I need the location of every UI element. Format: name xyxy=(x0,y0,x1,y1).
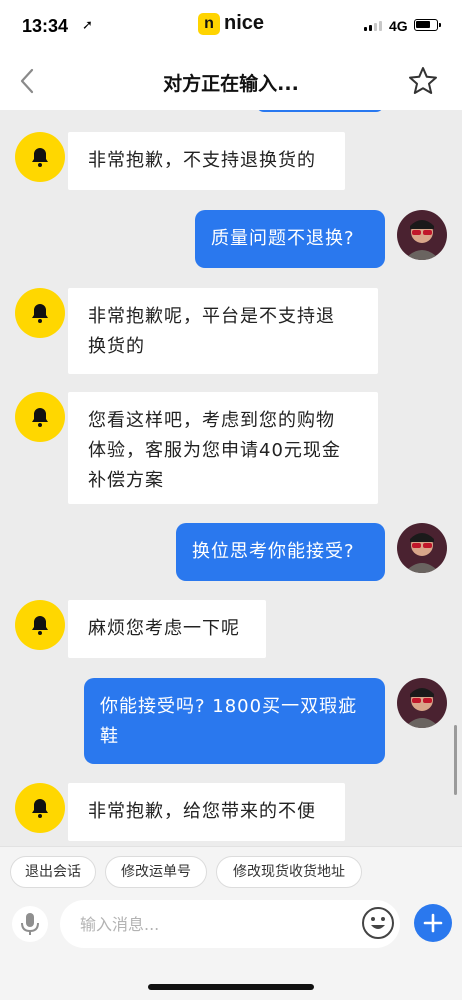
star-outline-icon xyxy=(409,67,437,94)
quick-action-bar: 退出会话 修改运单号 修改现货收货地址 xyxy=(0,846,462,896)
favorite-button[interactable] xyxy=(407,65,439,97)
bell-icon xyxy=(32,148,48,167)
message-bubble-out[interactable]: 质量问题不退换? xyxy=(195,210,385,268)
message-bubble-in[interactable]: 非常抱歉呢，平台是不支持退 换货的 xyxy=(68,288,378,374)
battery-icon xyxy=(414,19,441,31)
quick-action-edit-address[interactable]: 修改现货收货地址 xyxy=(216,856,362,888)
message-text: 麻烦您考虑一下呢 xyxy=(88,618,240,639)
message-bubble-out[interactable]: 你能接受吗? 1800买一双瑕疵 鞋 xyxy=(84,678,385,764)
user-avatar-image xyxy=(397,678,447,728)
bot-avatar[interactable] xyxy=(15,288,65,338)
bell-icon xyxy=(32,408,48,427)
message-bubble-in[interactable]: 麻烦您考虑一下呢 xyxy=(68,600,266,658)
scrollbar[interactable] xyxy=(454,725,457,795)
voice-button[interactable] xyxy=(12,906,48,942)
emoji-icon xyxy=(362,907,394,939)
add-attachment-button[interactable] xyxy=(414,904,452,942)
message-bubble-in[interactable]: 您看这样吧，考虑到您的购物 体验，客服为您申请40元现金 补偿方案 xyxy=(68,392,378,504)
message-text: 质量问题不退换? xyxy=(211,228,355,249)
quick-action-edit-tracking[interactable]: 修改运单号 xyxy=(105,856,207,888)
message-input[interactable] xyxy=(60,900,400,948)
quick-action-exit-session[interactable]: 退出会话 xyxy=(10,856,96,888)
brand-text: nice xyxy=(224,12,265,34)
brand-logo: n nice xyxy=(198,12,264,35)
message-line: 换货的 xyxy=(88,336,145,357)
user-avatar-image xyxy=(397,210,447,260)
message-bubble-in[interactable]: 非常抱歉，不支持退换货的 xyxy=(68,132,345,190)
location-arrow-icon: ➚ xyxy=(82,18,93,33)
microphone-icon xyxy=(21,913,39,935)
signal-icon xyxy=(364,21,382,31)
status-bar: 13:34 ➚ n nice 4G xyxy=(0,0,462,52)
user-avatar[interactable] xyxy=(397,678,447,728)
message-line: 鞋 xyxy=(100,726,119,747)
page-title: 对方正在输入... xyxy=(163,73,299,95)
user-avatar[interactable] xyxy=(397,210,447,260)
status-time: 13:34 xyxy=(22,16,69,36)
user-avatar[interactable] xyxy=(397,523,447,573)
message-line: 非常抱歉呢，平台是不支持退 xyxy=(88,306,335,327)
previous-message-bubble xyxy=(256,110,384,112)
bot-avatar[interactable] xyxy=(15,392,65,442)
message-text: 非常抱歉，不支持退换货的 xyxy=(88,150,316,171)
bell-icon xyxy=(32,799,48,818)
message-text: 换位思考你能接受? xyxy=(192,541,355,562)
plus-icon xyxy=(423,913,443,933)
user-avatar-image xyxy=(397,523,447,573)
brand-mark: n xyxy=(198,12,220,35)
message-text: 非常抱歉，给您带来的不便 xyxy=(88,801,316,822)
message-line: 你能接受吗? 1800买一双瑕疵 xyxy=(100,696,358,717)
network-type: 4G xyxy=(389,18,408,34)
bot-avatar[interactable] xyxy=(15,600,65,650)
message-bubble-in[interactable]: 非常抱歉，给您带来的不便 xyxy=(68,783,345,841)
message-line: 补偿方案 xyxy=(88,470,164,491)
bell-icon xyxy=(32,304,48,323)
bot-avatar[interactable] xyxy=(15,783,65,833)
message-line: 您看这样吧，考虑到您的购物 xyxy=(88,410,335,431)
message-line: 体验，客服为您申请40元现金 xyxy=(88,440,341,461)
home-indicator[interactable] xyxy=(148,984,314,990)
message-bubble-out[interactable]: 换位思考你能接受? xyxy=(176,523,385,581)
bell-icon xyxy=(32,616,48,635)
chat-area[interactable]: 非常抱歉，不支持退换货的 质量问题不退换? 非常抱歉呢，平台是不支持退 换货的 xyxy=(0,110,462,846)
emoji-button[interactable] xyxy=(361,906,395,940)
nav-bar: 对方正在输入... xyxy=(0,52,462,110)
bot-avatar[interactable] xyxy=(15,132,65,182)
